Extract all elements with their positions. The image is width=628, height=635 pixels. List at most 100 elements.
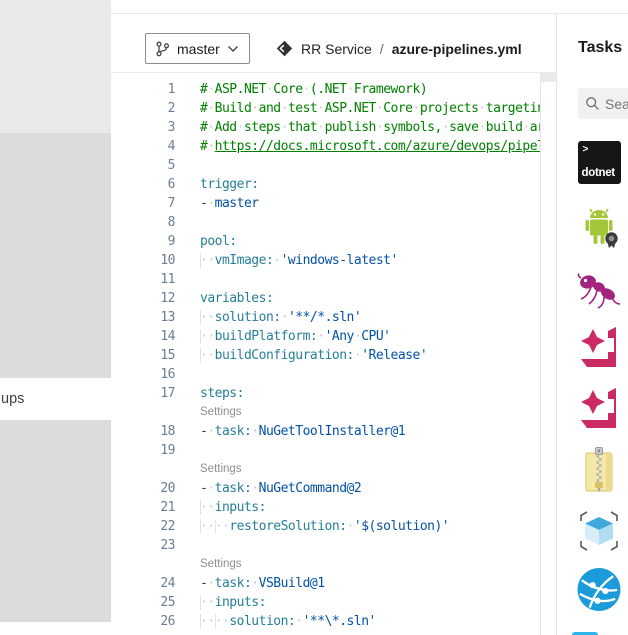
breadcrumb-separator: / <box>379 40 384 57</box>
line-number: 14 <box>160 329 175 344</box>
code-line[interactable]: ····restoreSolution:·'$(solution)' <box>175 517 450 536</box>
app-center-test-task-icon[interactable] <box>576 386 622 432</box>
dotnet-logo-caret: > <box>582 143 589 155</box>
azure-repos-icon <box>276 40 293 57</box>
top-divider <box>111 13 628 14</box>
code-line[interactable]: #·ASP.NET·Core·(.NET·Framework) <box>175 80 428 99</box>
task-search-box[interactable] <box>578 88 628 119</box>
search-icon <box>586 97 599 110</box>
left-nav-block-bottom <box>0 420 111 622</box>
task-search-input[interactable] <box>605 95 628 112</box>
line-number: 10 <box>160 253 175 268</box>
ant-icon <box>577 273 621 309</box>
code-line[interactable]: pool: <box>175 232 237 251</box>
settings-link[interactable]: Settings <box>175 555 242 574</box>
code-line[interactable]: #·Add·steps·that·publish·symbols,·save·b… <box>175 118 540 137</box>
app-center-icon <box>581 388 616 428</box>
code-line[interactable]: ··inputs: <box>175 593 266 612</box>
left-nav-block-top <box>0 0 111 133</box>
line-number: 17 <box>160 386 175 401</box>
settings-link[interactable]: Settings <box>175 460 242 479</box>
code-line[interactable]: trigger: <box>175 175 259 194</box>
left-nav-item-label: ups <box>1 391 25 407</box>
app-center-icon <box>581 327 616 367</box>
code-line[interactable] <box>175 156 200 175</box>
code-line[interactable]: ··solution:·'**/*.sln' <box>175 308 362 327</box>
line-number: 6 <box>167 177 176 192</box>
breadcrumb: RR Service / azure-pipelines.yml <box>276 33 522 64</box>
line-number: 25 <box>160 595 175 610</box>
tasks-panel-title: Tasks <box>578 39 623 56</box>
settings-link[interactable]: Settings <box>175 403 242 422</box>
code-line[interactable]: ··inputs: <box>175 498 266 517</box>
android-signing-task-icon[interactable] <box>576 206 622 252</box>
line-number: 20 <box>160 481 175 496</box>
git-branch-icon <box>156 41 170 56</box>
line-number: 21 <box>160 500 175 515</box>
code-line[interactable]: #·Build·and·test·ASP.NET·Core·projects·t… <box>175 99 540 118</box>
line-number: 15 <box>160 348 175 363</box>
arm-template-deployment-task-icon[interactable] <box>576 508 622 554</box>
code-line[interactable] <box>175 213 200 232</box>
line-number: 19 <box>160 443 175 458</box>
line-number <box>111 460 175 479</box>
cube-icon <box>580 511 618 551</box>
tasks-panel-divider <box>556 13 557 635</box>
zip-file-icon <box>585 447 613 492</box>
line-number: 11 <box>160 272 175 287</box>
code-line[interactable]: variables: <box>175 289 274 308</box>
line-number: 1 <box>167 82 176 97</box>
app-center-distribute-task-icon[interactable] <box>576 325 622 371</box>
line-number: 23 <box>160 538 175 553</box>
line-number: 26 <box>160 614 175 629</box>
line-number: 3 <box>167 120 176 135</box>
code-line[interactable]: ··vmImage:·'windows-latest' <box>175 251 398 270</box>
line-number: 9 <box>167 234 176 249</box>
line-number <box>111 555 175 574</box>
azure-app-service-deploy-task-icon[interactable] <box>576 566 622 612</box>
line-number: 24 <box>160 576 175 591</box>
branch-name: master <box>177 40 220 57</box>
ant-task-icon[interactable] <box>576 268 622 314</box>
code-line[interactable]: -·task:·VSBuild@1 <box>175 574 325 593</box>
web-app-globe-icon <box>577 567 621 611</box>
line-number: 5 <box>167 158 176 173</box>
line-number: 2 <box>167 101 176 116</box>
left-nav-selected-item[interactable]: ups <box>0 378 111 420</box>
code-line[interactable]: ····solution:·'**\*.sln' <box>175 612 376 631</box>
branch-selector[interactable]: master <box>145 33 250 64</box>
breadcrumb-repo-link[interactable]: RR Service <box>301 41 372 57</box>
line-number: 22 <box>160 519 175 534</box>
code-line[interactable] <box>175 441 200 460</box>
left-nav: ups <box>0 0 111 635</box>
line-number: 7 <box>167 196 176 211</box>
code-line[interactable]: steps: <box>175 384 244 403</box>
code-line[interactable] <box>175 270 200 289</box>
android-robot-icon <box>585 208 618 248</box>
line-number: 18 <box>160 424 175 439</box>
code-line[interactable]: -·task:·NuGetCommand@2 <box>175 479 362 498</box>
line-number: 16 <box>160 367 175 382</box>
code-line[interactable]: ··buildConfiguration:·'Release' <box>175 346 428 365</box>
code-line[interactable]: -·task:·NuGetToolInstaller@1 <box>175 422 406 441</box>
code-line[interactable] <box>175 536 200 555</box>
editor-scrollbar-track[interactable] <box>540 72 541 635</box>
archive-files-task-icon[interactable] <box>576 447 622 493</box>
dotnet-core-task-icon[interactable]: > dotnet <box>576 139 622 185</box>
editor-scroll-shadow <box>541 73 556 82</box>
line-number: 4 <box>167 139 176 154</box>
line-number: 13 <box>160 310 175 325</box>
dotnet-logo-word: dotnet <box>581 166 616 179</box>
line-number <box>111 403 175 422</box>
line-number: 8 <box>167 215 176 230</box>
chevron-down-icon <box>227 45 238 52</box>
code-line[interactable]: ··buildPlatform:·'Any·CPU' <box>175 327 391 346</box>
dotnet-logo: > dotnet <box>577 140 621 184</box>
code-line[interactable] <box>175 365 200 384</box>
line-number: 12 <box>160 291 175 306</box>
code-lines: 1 #·ASP.NET·Core·(.NET·Framework) 2 #·Build… <box>111 80 540 631</box>
yaml-editor[interactable]: 1 #·ASP.NET·Core·(.NET·Framework) 2 #·Build… <box>111 73 540 635</box>
code-line[interactable]: -·master <box>175 194 259 213</box>
code-line[interactable]: #·https://docs.microsoft.com/azure/devop… <box>175 137 540 156</box>
left-nav-block-middle <box>0 133 111 378</box>
